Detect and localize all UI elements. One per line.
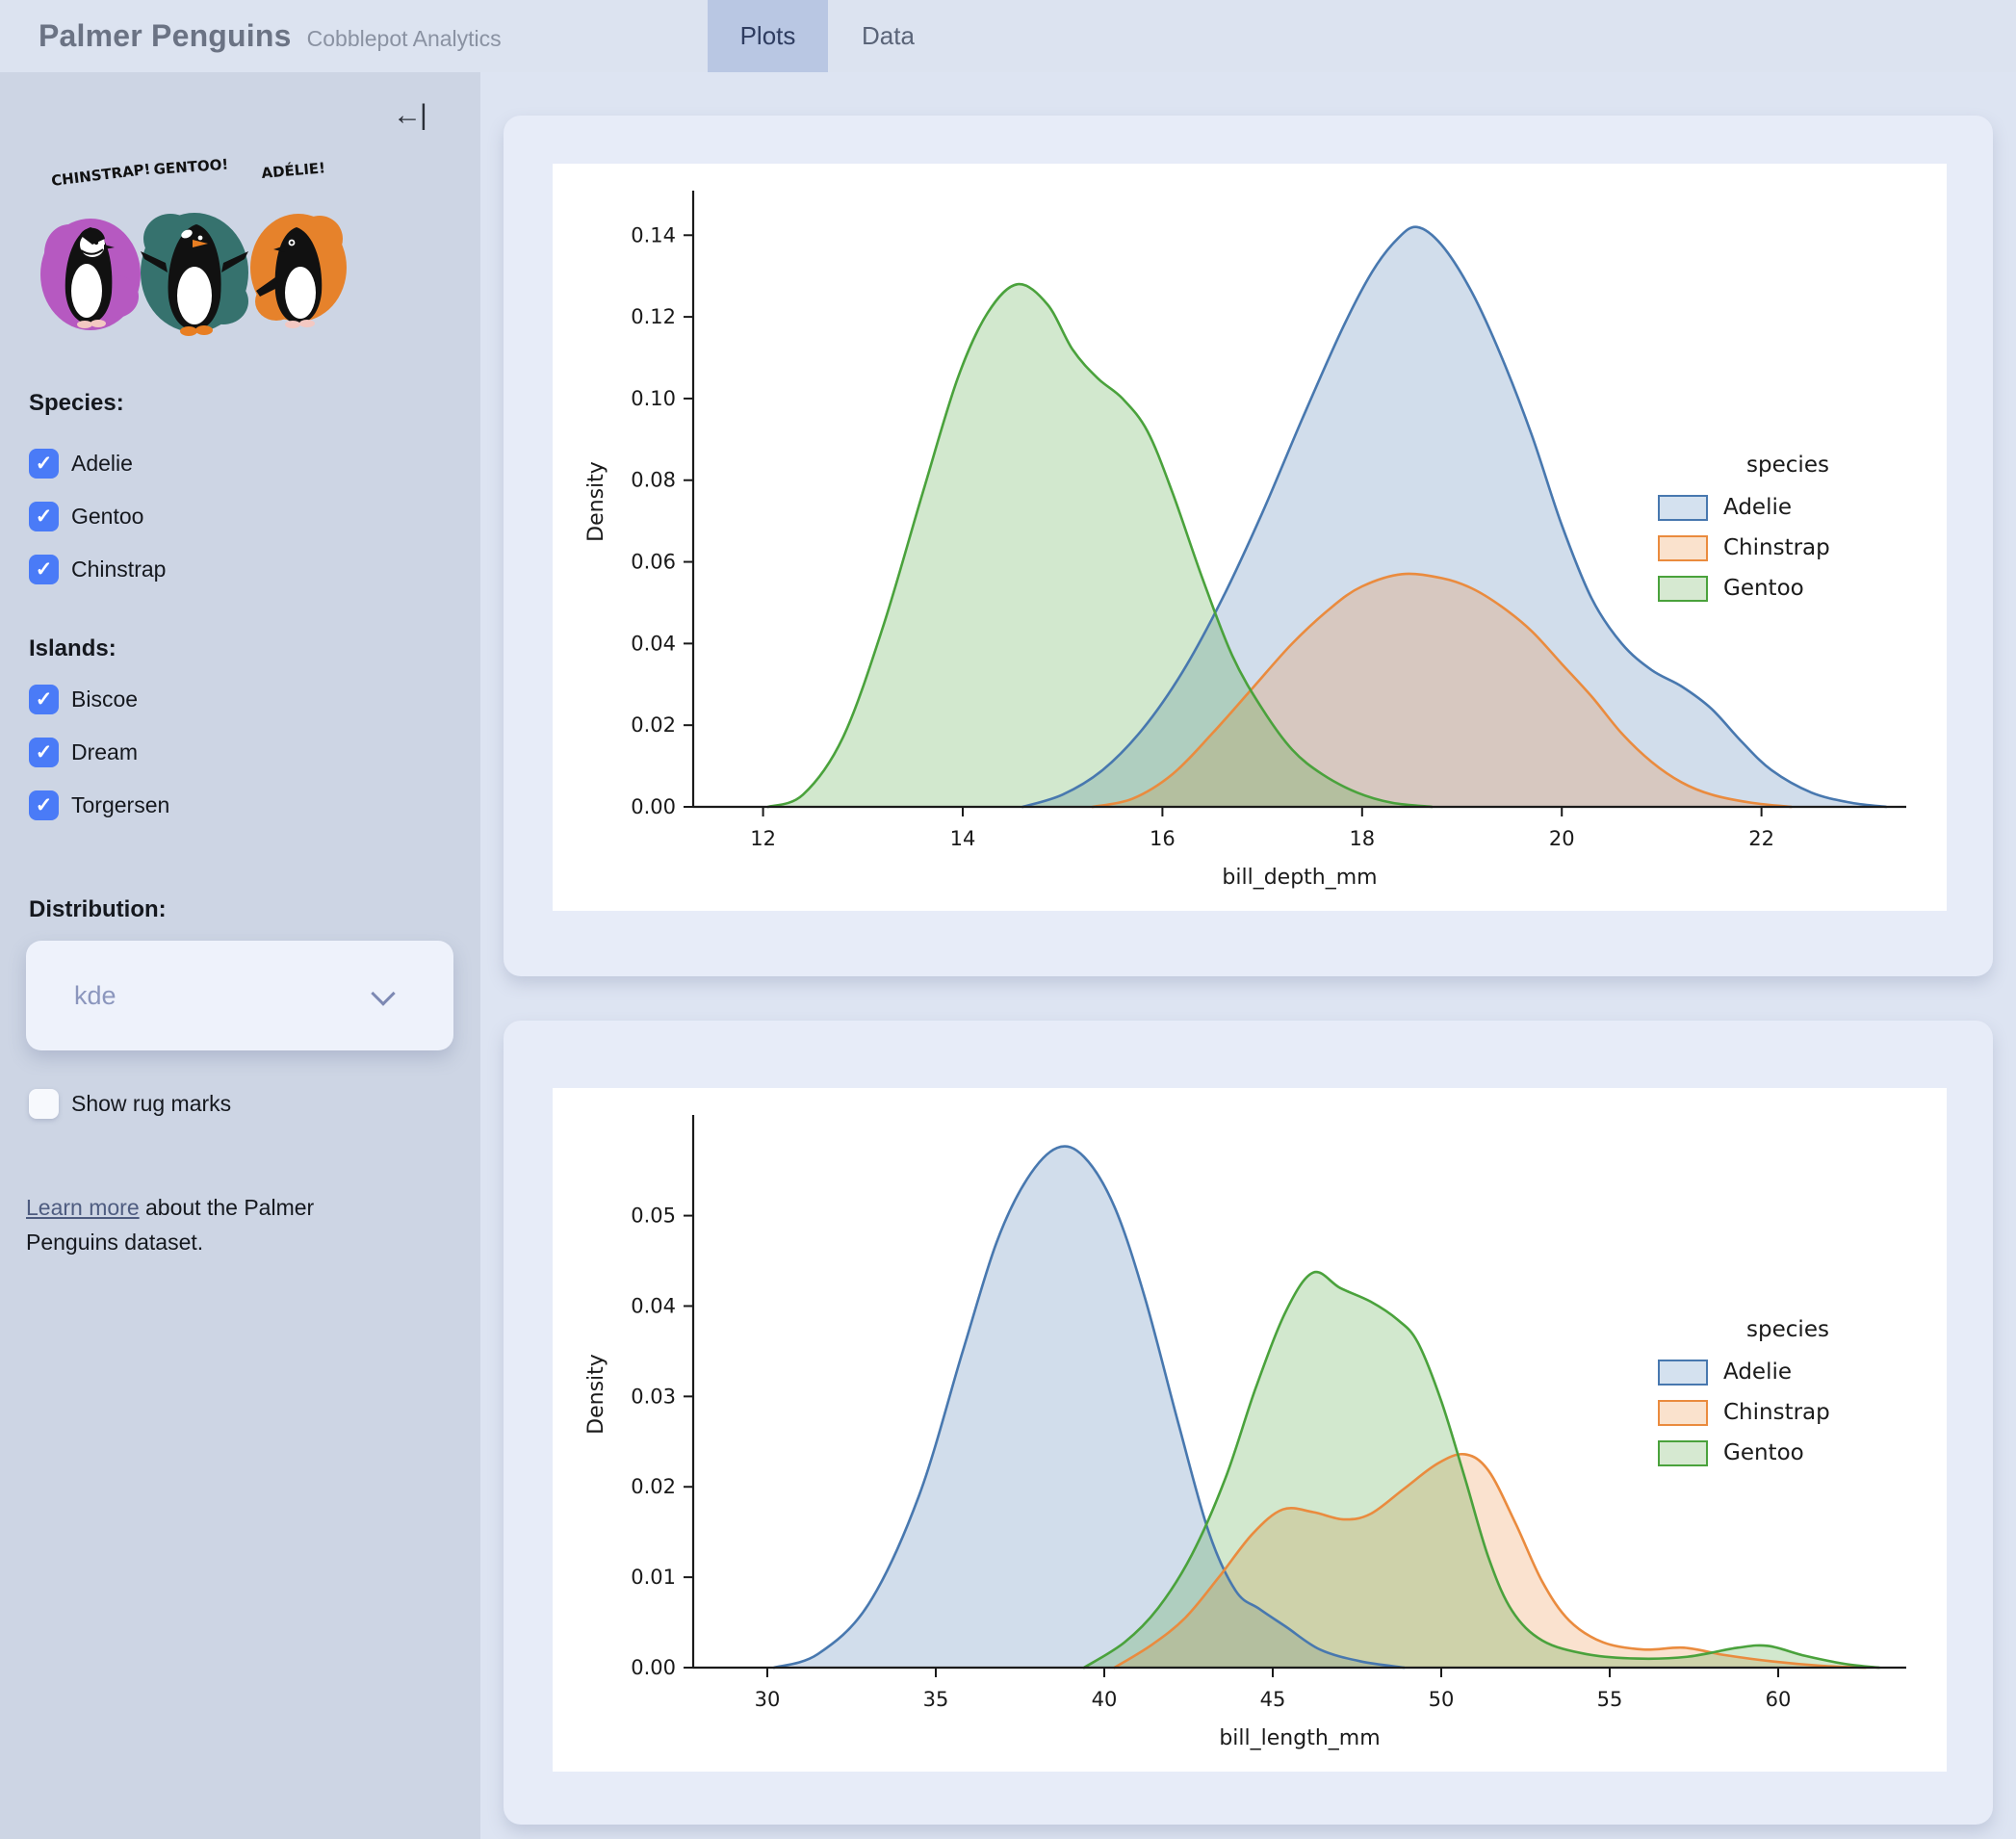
main-content: 12 14 16 18 20 22 0.00 0.02 0.04 0.06 0.08 0.10 0.12… xyxy=(480,72,2016,1839)
svg-text:bill_depth_mm: bill_depth_mm xyxy=(1222,866,1377,890)
legend-swatch-adelie xyxy=(1658,494,1708,521)
svg-text:50: 50 xyxy=(1429,1688,1455,1711)
svg-text:bill_length_mm: bill_length_mm xyxy=(1219,1726,1380,1750)
checkbox-icon: ✓ xyxy=(29,685,59,714)
legend-entry-gentoo: Gentoo xyxy=(1658,568,1918,609)
svg-text:0.00: 0.00 xyxy=(631,795,676,818)
svg-text:60: 60 xyxy=(1766,1688,1792,1711)
artwork-label-gentoo: GENTOO! xyxy=(153,157,229,178)
svg-text:20: 20 xyxy=(1549,827,1575,850)
learn-more-link[interactable]: Learn more xyxy=(26,1195,140,1220)
checkbox-label: Adelie xyxy=(71,451,133,476)
bill-depth-plot: 12 14 16 18 20 22 0.00 0.02 0.04 0.06 0.08 0.10 0.12… xyxy=(553,164,1947,911)
legend-swatch-gentoo xyxy=(1658,1439,1708,1466)
page-subtitle: Cobblepot Analytics xyxy=(306,26,502,51)
plot-legend: species Adelie Chinstrap Gentoo xyxy=(1658,453,1918,609)
legend-swatch-chinstrap xyxy=(1658,534,1708,561)
checkbox-icon: ✓ xyxy=(29,502,59,531)
penguin-artwork: CHINSTRAP! GENTOO! ADÉLIE! xyxy=(40,157,347,336)
checkbox-icon: ✓ xyxy=(29,738,59,767)
page-title: Palmer Penguins xyxy=(39,18,292,53)
svg-text:0.05: 0.05 xyxy=(631,1204,676,1228)
legend-swatch-gentoo xyxy=(1658,575,1708,602)
sidebar-collapse-icon[interactable]: ←| xyxy=(393,99,427,132)
checkbox-island-biscoe[interactable]: ✓ Biscoe xyxy=(29,685,138,714)
checkbox-label: Show rug marks xyxy=(71,1091,232,1116)
checkbox-label: Biscoe xyxy=(71,686,139,712)
bill-length-plot-card: 30 35 40 45 50 55 60 0.00 0.01 0.02 0.03 0.04 0.05 bi… xyxy=(504,1021,1993,1825)
legend-swatch-adelie xyxy=(1658,1359,1708,1386)
checkbox-species-adelie[interactable]: ✓ Adelie xyxy=(29,449,133,479)
checkbox-label: Dream xyxy=(71,739,139,764)
checkbox-label: Gentoo xyxy=(71,504,144,529)
legend-title: species xyxy=(1746,453,1829,478)
distribution-select[interactable]: kde xyxy=(26,941,453,1050)
app-window: Palmer Penguins Cobblepot Analytics Plot… xyxy=(0,0,2016,1839)
svg-text:40: 40 xyxy=(1092,1688,1118,1711)
plot-legend: species Adelie Chinstrap Gentoo xyxy=(1658,1317,1918,1473)
legend-entry-chinstrap: Chinstrap xyxy=(1658,528,1918,568)
sidebar: ←| CHINSTRAP! GENTOO! ADÉLIE! Species: ✓… xyxy=(0,72,480,1839)
checkbox-icon: ✓ xyxy=(29,555,59,584)
checkbox-icon: ✓ xyxy=(29,449,59,479)
svg-text:Density: Density xyxy=(584,1354,608,1435)
svg-text:0.02: 0.02 xyxy=(631,713,676,737)
svg-text:16: 16 xyxy=(1150,827,1176,850)
checkbox-icon: ✓ xyxy=(29,1089,59,1119)
legend-title: species xyxy=(1746,1317,1829,1342)
tab-data[interactable]: Data xyxy=(828,0,948,72)
svg-text:12: 12 xyxy=(750,827,776,850)
svg-text:0.06: 0.06 xyxy=(631,551,676,574)
legend-entry-gentoo: Gentoo xyxy=(1658,1433,1918,1473)
about-text: Learn more about the Palmer Penguins dat… xyxy=(26,1191,411,1259)
legend-swatch-chinstrap xyxy=(1658,1399,1708,1426)
artwork-label-chinstrap: CHINSTRAP! xyxy=(50,160,151,190)
svg-text:0.03: 0.03 xyxy=(631,1385,676,1408)
svg-text:0.04: 0.04 xyxy=(631,632,676,655)
legend-entry-chinstrap: Chinstrap xyxy=(1658,1392,1918,1433)
nav-tabs: Plots Data xyxy=(708,0,948,72)
checkbox-icon: ✓ xyxy=(29,790,59,820)
checkbox-island-torgersen[interactable]: ✓ Torgersen xyxy=(29,790,169,820)
tab-plots[interactable]: Plots xyxy=(708,0,828,72)
svg-text:45: 45 xyxy=(1260,1688,1286,1711)
svg-text:35: 35 xyxy=(923,1688,949,1711)
svg-text:0.00: 0.00 xyxy=(631,1656,676,1679)
svg-text:Density: Density xyxy=(584,461,608,542)
svg-text:14: 14 xyxy=(950,827,976,850)
bill-length-plot: 30 35 40 45 50 55 60 0.00 0.01 0.02 0.03 0.04 0.05 bi… xyxy=(553,1088,1947,1772)
islands-section-label: Islands: xyxy=(29,635,116,661)
svg-text:0.01: 0.01 xyxy=(631,1566,676,1589)
legend-entry-adelie: Adelie xyxy=(1658,1352,1918,1392)
checkbox-label: Torgersen xyxy=(71,792,170,817)
species-section-label: Species: xyxy=(29,390,124,416)
checkbox-label: Chinstrap xyxy=(71,557,167,582)
checkbox-species-chinstrap[interactable]: ✓ Chinstrap xyxy=(29,555,166,584)
svg-text:30: 30 xyxy=(755,1688,781,1711)
svg-text:0.10: 0.10 xyxy=(631,387,676,410)
svg-text:55: 55 xyxy=(1597,1688,1623,1711)
svg-text:0.14: 0.14 xyxy=(631,223,676,246)
checkbox-species-gentoo[interactable]: ✓ Gentoo xyxy=(29,502,143,531)
svg-text:0.04: 0.04 xyxy=(631,1294,676,1317)
checkbox-show-rug-marks[interactable]: ✓ Show rug marks xyxy=(29,1089,231,1119)
distribution-section-label: Distribution: xyxy=(29,896,167,922)
bill-depth-plot-card: 12 14 16 18 20 22 0.00 0.02 0.04 0.06 0.08 0.10 0.12… xyxy=(504,116,1993,976)
svg-text:0.12: 0.12 xyxy=(631,305,676,328)
artwork-label-adelie: ADÉLIE! xyxy=(261,158,326,182)
title-group: Palmer Penguins Cobblepot Analytics xyxy=(39,18,502,54)
header-bar: Palmer Penguins Cobblepot Analytics Plot… xyxy=(0,0,2016,72)
distribution-selected-value: kde xyxy=(74,980,116,1010)
chevron-down-icon xyxy=(371,981,396,1006)
svg-text:0.08: 0.08 xyxy=(631,469,676,492)
checkbox-island-dream[interactable]: ✓ Dream xyxy=(29,738,138,767)
svg-text:22: 22 xyxy=(1748,827,1774,850)
svg-text:18: 18 xyxy=(1349,827,1375,850)
legend-entry-adelie: Adelie xyxy=(1658,487,1918,528)
svg-text:0.02: 0.02 xyxy=(631,1475,676,1498)
